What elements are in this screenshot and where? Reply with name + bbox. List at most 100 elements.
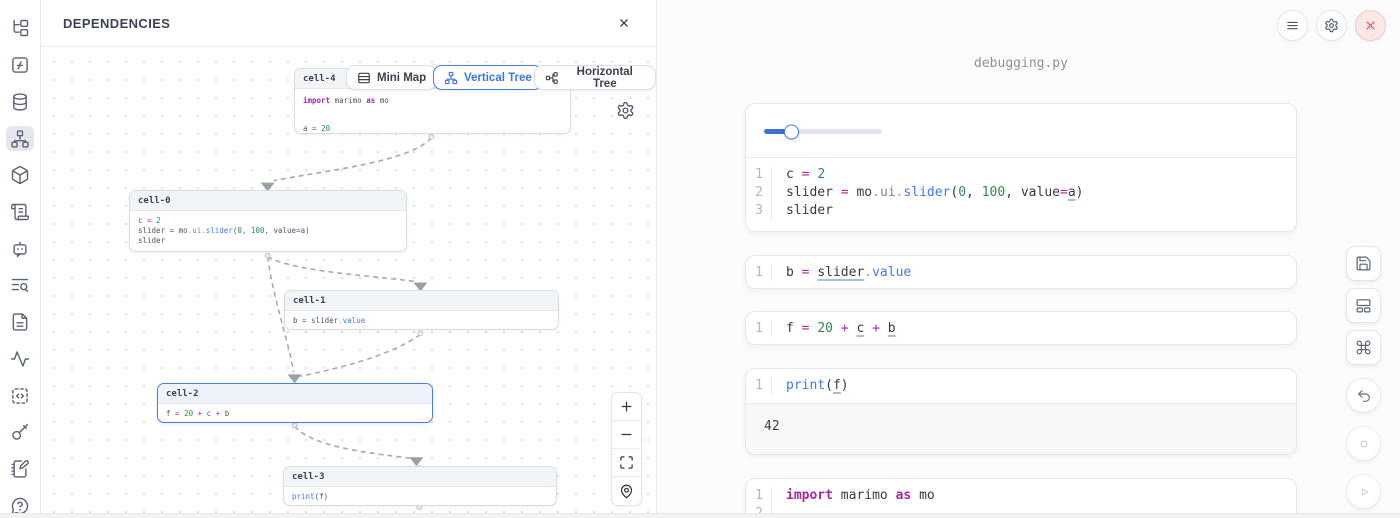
line-number: 1 [746, 166, 772, 184]
node-code-line [303, 108, 562, 122]
graph-node-cell-2-selected[interactable]: cell-2 f = 20 + c + b [157, 383, 433, 423]
node-code-line: a = 20 [303, 122, 562, 134]
sidebar-item-file-tree[interactable] [6, 16, 34, 41]
notebook-pen-icon [10, 459, 30, 479]
shutdown-button[interactable] [1355, 10, 1386, 41]
vertical-tree-view-button[interactable]: Vertical Tree [433, 65, 543, 90]
graph-node-cell-3[interactable]: cell-3 print(f) [283, 466, 557, 506]
command-palette-button[interactable] [1346, 330, 1381, 365]
notebook-cell-print[interactable]: 1print(f) 42 [745, 368, 1297, 455]
gear-icon [1324, 18, 1339, 33]
dependencies-panel: DEPENDENCIES [41, 0, 657, 518]
code-editor[interactable]: 1print(f) [746, 369, 1296, 403]
undo-icon [1356, 388, 1372, 404]
cell-output: 42 [746, 403, 1296, 454]
line-number: 1 [746, 264, 772, 282]
code-line: slider [772, 202, 833, 220]
text-search-icon [10, 275, 30, 295]
code-editor[interactable]: 1b = slider.value [746, 256, 1296, 289]
gear-icon [616, 101, 635, 120]
horizontal-tree-view-button[interactable]: Horizontal Tree [534, 65, 656, 90]
function-square-icon [10, 55, 30, 75]
node-code-line: b = slider.value [293, 316, 550, 326]
node-code-line: slider = mo.ui.slider(0, 100, value=a) [138, 226, 398, 236]
chat-bot-icon [10, 239, 30, 259]
code-line: b = slider.value [772, 264, 911, 282]
graph-node-title: cell-2 [158, 384, 432, 404]
minimap-view-button[interactable]: Mini Map [346, 65, 437, 90]
graph-node-title: cell-3 [284, 467, 556, 487]
sidebar-item-snippets[interactable] [6, 383, 34, 408]
horizontal-tree-icon [545, 71, 559, 85]
sidebar-item-packages[interactable] [6, 163, 34, 188]
locate-node-button[interactable] [612, 477, 641, 505]
menu-icon [1285, 18, 1300, 33]
notebook-cell-import[interactable]: 1import marimo as mo 2 [745, 478, 1297, 518]
maximize-icon [619, 455, 634, 470]
fit-view-button[interactable] [612, 449, 641, 477]
package-icon [10, 165, 30, 185]
graph-settings-button[interactable] [615, 101, 635, 121]
line-number: 1 [746, 320, 772, 338]
code-editor[interactable]: 1c = 2 2slider = mo.ui.slider(0, 100, va… [746, 158, 1296, 228]
notebook-menu-button[interactable] [1277, 10, 1308, 41]
sidebar-item-scratchpad[interactable] [6, 457, 34, 482]
stop-button[interactable] [1346, 426, 1381, 461]
sidebar-item-ai-chat[interactable] [6, 236, 34, 261]
sidebar-item-secrets[interactable] [6, 420, 34, 445]
save-button[interactable] [1346, 246, 1381, 281]
notebook-settings-button[interactable] [1316, 10, 1347, 41]
code-editor[interactable]: 1f = 20 + c + b [746, 312, 1296, 345]
dependencies-title: DEPENDENCIES [63, 16, 170, 31]
notebook-filename: debugging.py [745, 56, 1297, 71]
activity-icon [10, 349, 30, 369]
sidebar-item-logs[interactable] [6, 200, 34, 225]
graph-node-title: cell-0 [130, 191, 406, 211]
stop-icon [1356, 436, 1372, 452]
dependencies-close-button[interactable] [614, 13, 634, 33]
sidebar-item-tracebacks[interactable] [6, 273, 34, 298]
code-line: c = 2 [772, 166, 825, 184]
sidebar-rail [0, 0, 41, 518]
play-icon [1356, 484, 1372, 500]
dependency-graph-canvas[interactable]: cell-4 import marimo as mo a = 20 cell-0… [41, 47, 656, 518]
database-icon [10, 92, 30, 112]
slider-widget[interactable] [764, 129, 882, 134]
graph-node-cell-0[interactable]: cell-0 c = 2 slider = mo.ui.slider(0, 10… [129, 190, 407, 252]
sidebar-item-variables[interactable] [6, 53, 34, 78]
node-code-line: print(f) [292, 492, 548, 502]
sidebar-item-documentation[interactable] [6, 310, 34, 335]
graph-node-cell-1[interactable]: cell-1 b = slider.value [284, 290, 559, 330]
zoom-out-button[interactable] [612, 421, 641, 449]
layout-icon [1355, 297, 1372, 314]
document-icon [10, 312, 30, 332]
plus-icon [619, 399, 634, 414]
command-icon [1355, 339, 1372, 356]
marimo-app: DEPENDENCIES [0, 0, 1400, 518]
close-icon [1363, 18, 1378, 33]
code-line: f = 20 + c + b [772, 320, 896, 338]
slider-handle[interactable] [784, 124, 799, 139]
zoom-in-button[interactable] [612, 393, 641, 421]
notebook-cell-slider[interactable]: 1c = 2 2slider = mo.ui.slider(0, 100, va… [745, 103, 1297, 232]
save-icon [1355, 255, 1372, 272]
line-number: 1 [746, 487, 772, 505]
code-line: slider = mo.ui.slider(0, 100, value=a) [772, 184, 1083, 202]
sidebar-item-datasources[interactable] [6, 89, 34, 114]
run-button[interactable] [1346, 474, 1381, 509]
bottom-edge-strip [0, 513, 1400, 518]
code-line: print(f) [772, 377, 849, 395]
undo-button[interactable] [1346, 378, 1381, 413]
node-code-line: c = 2 [138, 216, 398, 226]
notebook-cell-b[interactable]: 1b = slider.value [745, 255, 1297, 289]
sidebar-item-dependency-graph[interactable] [6, 126, 34, 151]
notebook-cell-f[interactable]: 1f = 20 + c + b [745, 311, 1297, 345]
line-number: 2 [746, 184, 772, 202]
file-tree-icon [10, 18, 30, 38]
code-snippet-icon [10, 386, 30, 406]
layout-toggle-button[interactable] [1346, 288, 1381, 323]
node-code-line: import marimo as mo [303, 94, 562, 108]
sidebar-item-outline[interactable] [6, 346, 34, 371]
map-pin-icon [619, 484, 634, 499]
node-code-line: slider [138, 236, 398, 246]
